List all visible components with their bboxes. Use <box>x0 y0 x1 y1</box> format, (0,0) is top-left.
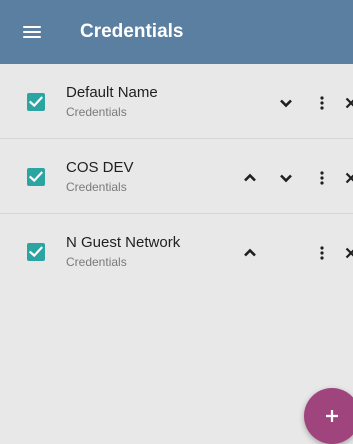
hamburger-menu-icon <box>23 25 41 39</box>
close-icon <box>345 97 353 109</box>
move-up-button[interactable] <box>237 240 263 266</box>
chevron-up-icon <box>244 173 256 182</box>
plus-icon <box>326 410 338 422</box>
chevron-down-icon <box>280 174 292 183</box>
credential-row[interactable]: COS DEV Credentials <box>0 139 353 214</box>
delete-button[interactable] <box>338 90 353 116</box>
credential-name: Default Name <box>66 84 158 101</box>
move-up-button[interactable] <box>237 165 263 191</box>
more-vertical-icon <box>320 246 324 260</box>
credential-checkbox[interactable] <box>27 243 45 261</box>
credential-row[interactable]: N Guest Network Credentials <box>0 214 353 289</box>
credentials-list: Default Name Credentials COS DEV Credent… <box>0 64 353 289</box>
check-icon <box>29 171 43 183</box>
credential-checkbox[interactable] <box>27 168 45 186</box>
close-icon <box>345 247 353 259</box>
more-vertical-icon <box>320 96 324 110</box>
move-down-button[interactable] <box>273 165 299 191</box>
delete-button[interactable] <box>338 165 353 191</box>
app-bar: Credentials <box>0 0 353 64</box>
page-title: Credentials <box>80 21 184 42</box>
delete-button[interactable] <box>338 240 353 266</box>
menu-button[interactable] <box>0 0 64 64</box>
credential-name: N Guest Network <box>66 234 181 251</box>
credential-subtitle: Credentials <box>66 255 127 269</box>
app-screen: Credentials Default Name Credentials COS… <box>0 0 353 444</box>
credential-row[interactable]: Default Name Credentials <box>0 64 353 139</box>
add-credential-button[interactable] <box>304 388 353 444</box>
move-down-button[interactable] <box>273 90 299 116</box>
credential-subtitle: Credentials <box>66 180 127 194</box>
credential-name: COS DEV <box>66 159 134 176</box>
check-icon <box>29 96 43 108</box>
more-options-button[interactable] <box>309 90 335 116</box>
chevron-up-icon <box>244 248 256 257</box>
close-icon <box>345 172 353 184</box>
more-options-button[interactable] <box>309 165 335 191</box>
more-options-button[interactable] <box>309 240 335 266</box>
credential-subtitle: Credentials <box>66 105 127 119</box>
chevron-down-icon <box>280 99 292 108</box>
credential-checkbox[interactable] <box>27 93 45 111</box>
check-icon <box>29 246 43 258</box>
more-vertical-icon <box>320 171 324 185</box>
